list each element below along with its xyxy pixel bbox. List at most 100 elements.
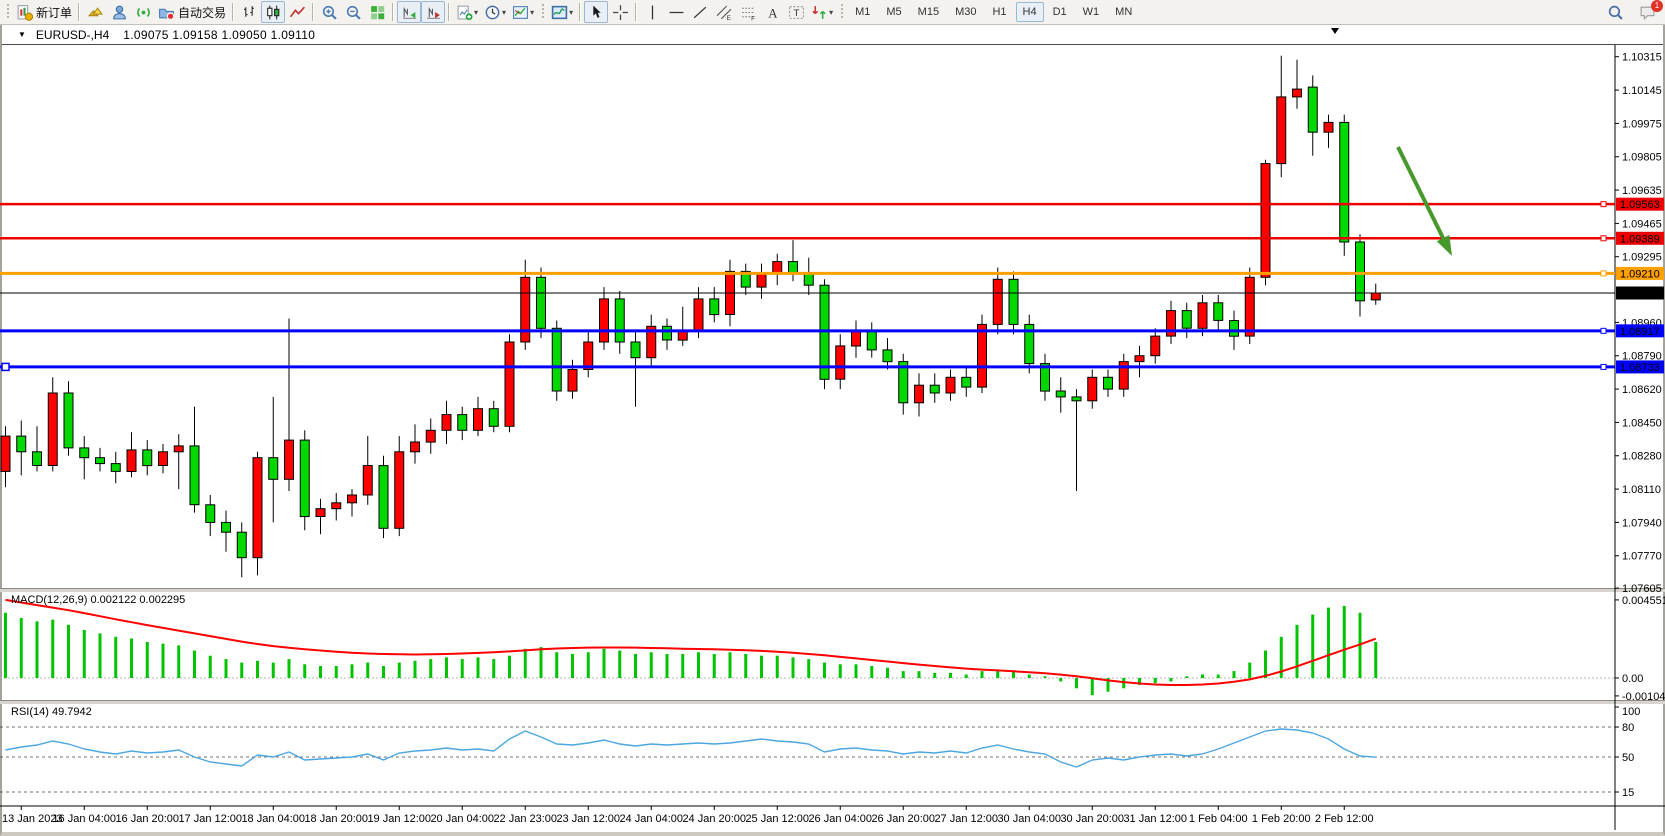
svg-text:50: 50 <box>1622 752 1634 764</box>
svg-text:-0.001043: -0.001043 <box>1622 691 1665 703</box>
candle <box>1135 356 1144 362</box>
candle <box>615 299 624 342</box>
candle <box>1308 87 1317 132</box>
svg-text:1.08280: 1.08280 <box>1622 451 1662 463</box>
macd-histogram-bar <box>177 645 180 678</box>
candle <box>143 450 152 466</box>
macd-histogram-bar <box>83 630 86 678</box>
macd-histogram-bar <box>540 647 543 678</box>
macd-histogram-bar <box>776 656 779 678</box>
svg-text:100: 100 <box>1622 706 1640 718</box>
macd-histogram-bar <box>760 656 763 678</box>
svg-text:20 Jan 04:00: 20 Jan 04:00 <box>430 813 494 825</box>
macd-histogram-bar <box>1343 606 1346 678</box>
candle <box>789 262 798 274</box>
macd-histogram-bar <box>1264 651 1267 678</box>
macd-histogram-bar <box>870 666 873 678</box>
trend-arrow[interactable] <box>1398 147 1452 256</box>
svg-text:0.004551: 0.004551 <box>1622 595 1665 607</box>
macd-histogram-bar <box>414 661 417 678</box>
svg-text:1.09110: 1.09110 <box>1620 288 1659 300</box>
svg-text:2 Feb 12:00: 2 Feb 12:00 <box>1315 813 1374 825</box>
macd-histogram-bar <box>225 659 228 678</box>
candle <box>1356 242 1365 301</box>
macd-histogram-bar <box>445 657 448 678</box>
candle <box>631 342 640 358</box>
line-handle[interactable] <box>2 363 9 370</box>
svg-text:1.09210: 1.09210 <box>1620 268 1660 280</box>
chart-shift-marker[interactable] <box>1331 28 1339 34</box>
svg-text:1.09389: 1.09389 <box>1620 233 1660 245</box>
macd-histogram-bar <box>555 652 558 678</box>
macd-histogram-bar <box>209 656 212 678</box>
macd-histogram-bar <box>1248 663 1251 678</box>
candle <box>332 503 341 509</box>
candle <box>537 277 546 328</box>
macd-histogram-bar <box>193 651 196 678</box>
macd-histogram-bar <box>319 666 322 678</box>
macd-histogram-bar <box>51 620 54 678</box>
macd-histogram-bar <box>256 661 259 678</box>
candle <box>1088 377 1097 401</box>
macd-histogram-bar <box>1059 678 1062 681</box>
candle <box>395 452 404 529</box>
svg-text:1.08110: 1.08110 <box>1622 484 1661 496</box>
svg-text:1.10315: 1.10315 <box>1622 52 1662 64</box>
candle <box>552 328 561 391</box>
candle <box>253 458 262 558</box>
candle <box>442 415 451 431</box>
macd-histogram-bar <box>666 654 669 678</box>
candle <box>48 393 57 466</box>
candle <box>1324 122 1333 132</box>
macd-histogram-bar <box>1154 678 1157 683</box>
candle <box>379 466 388 529</box>
horizontal-lines: 1.095631.093891.092101.089171.08733 <box>0 198 1664 374</box>
macd-histogram-bar <box>146 642 149 678</box>
rsi-line <box>6 729 1376 767</box>
macd-histogram-bar <box>744 654 747 678</box>
macd-histogram-bar <box>918 671 921 678</box>
macd-histogram-bar <box>508 656 511 678</box>
macd-histogram-bar <box>1327 608 1330 678</box>
time-axis: 13 Jan 202316 Jan 04:0016 Jan 20:0017 Ja… <box>2 806 1374 825</box>
candle <box>852 330 861 346</box>
svg-text:1 Feb 04:00: 1 Feb 04:00 <box>1189 813 1248 825</box>
macd-histogram-bar <box>571 654 574 678</box>
svg-text:24 Jan 04:00: 24 Jan 04:00 <box>619 813 683 825</box>
svg-text:19 Jan 12:00: 19 Jan 12:00 <box>367 813 431 825</box>
macd-histogram-bar <box>839 664 842 678</box>
macd-histogram-bar <box>618 651 621 678</box>
line-handle[interactable] <box>1601 236 1606 241</box>
candle <box>584 342 593 370</box>
macd-histogram-bar <box>382 666 385 678</box>
svg-text:1.10145: 1.10145 <box>1622 85 1662 97</box>
candle <box>80 448 89 458</box>
line-handle[interactable] <box>1601 328 1606 333</box>
svg-text:16 Jan 20:00: 16 Jan 20:00 <box>115 813 179 825</box>
line-handle[interactable] <box>1601 271 1606 276</box>
macd-histogram-bar <box>1311 615 1314 678</box>
candle <box>694 299 703 330</box>
candle <box>867 330 876 350</box>
candle <box>1214 303 1223 321</box>
svg-text:18 Jan 20:00: 18 Jan 20:00 <box>304 813 368 825</box>
svg-text:30 Jan 20:00: 30 Jan 20:00 <box>1060 813 1124 825</box>
candle <box>206 505 215 523</box>
candle <box>1230 321 1239 337</box>
svg-text:15: 15 <box>1622 787 1634 799</box>
candle <box>426 430 435 442</box>
main-chart-svg: 1.103151.101451.099751.098051.096351.094… <box>0 0 1665 836</box>
macd-histogram-bar <box>288 659 291 678</box>
svg-text:16 Jan 04:00: 16 Jan 04:00 <box>52 813 116 825</box>
macd-histogram-bar <box>351 664 354 678</box>
candle <box>174 446 183 452</box>
candle <box>1293 89 1302 97</box>
line-handle[interactable] <box>1601 364 1606 369</box>
line-handle[interactable] <box>1601 202 1606 207</box>
macd-histogram-bar <box>1170 678 1173 681</box>
macd-histogram-bar <box>36 621 39 678</box>
macd-histogram-bar <box>1185 676 1188 678</box>
svg-text:31 Jan 12:00: 31 Jan 12:00 <box>1123 813 1187 825</box>
svg-text:30 Jan 04:00: 30 Jan 04:00 <box>997 813 1061 825</box>
macd-histogram-bar <box>933 673 936 678</box>
